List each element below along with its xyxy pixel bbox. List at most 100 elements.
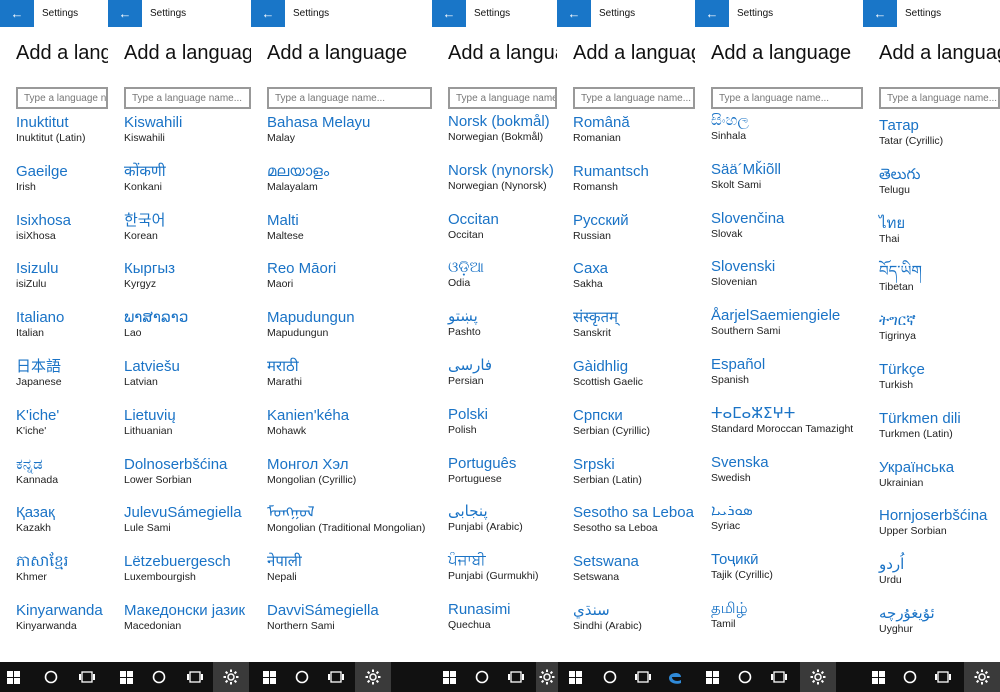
language-list-item[interactable]: 日本語 Japanese <box>16 357 62 389</box>
language-list-item[interactable]: پښتو Pashto <box>448 307 481 339</box>
language-list-item[interactable]: Bahasa Melayu Malay <box>267 113 370 145</box>
language-list-item[interactable]: Slovenčina Slovak <box>711 209 784 241</box>
language-list-item[interactable]: संस्कृतम् Sanskrit <box>573 308 618 340</box>
language-list-item[interactable]: മലയാളം Malayalam <box>267 162 329 194</box>
language-list-item[interactable]: བོད་ཡིག Tibetan <box>879 262 922 294</box>
windows-start-icon[interactable] <box>437 662 461 692</box>
language-list-item[interactable]: Reo Māori Maori <box>267 259 336 291</box>
language-list-item[interactable]: Malti Maltese <box>267 211 304 243</box>
language-list-item[interactable]: فارسی Persian <box>448 356 492 388</box>
language-list-item[interactable]: मराठी Marathi <box>267 357 302 389</box>
language-search-input[interactable]: Type a language name... <box>448 87 557 109</box>
language-list-item[interactable]: ਪੰਜਾਬੀ Punjabi (Gurmukhi) <box>448 551 538 583</box>
language-list-item[interactable]: Svenska Swedish <box>711 453 769 485</box>
language-list-item[interactable]: Mapudungun Mapudungun <box>267 308 355 340</box>
language-list-item[interactable]: DavviSámegiella Northern Sami <box>267 601 379 633</box>
language-list-item[interactable]: Татар Tatar (Cyrillic) <box>879 116 943 148</box>
language-list-item[interactable]: Lietuvių Lithuanian <box>124 406 176 438</box>
language-list-item[interactable]: සිංහල Sinhala <box>711 111 749 143</box>
language-list-item[interactable]: Polski Polish <box>448 405 488 437</box>
language-list-item[interactable]: ئۇيغۇرچە Uyghur <box>879 604 935 636</box>
cortana-circle-icon[interactable] <box>290 662 314 692</box>
language-search-input[interactable]: Type a language name... <box>124 87 251 109</box>
cortana-circle-icon[interactable] <box>598 662 622 692</box>
language-search-input[interactable]: Type a language name... <box>16 87 108 109</box>
gear-icon[interactable] <box>536 662 558 692</box>
windows-start-icon[interactable] <box>700 662 724 692</box>
language-list-item[interactable]: Тоҷикӣ Tajik (Cyrillic) <box>711 550 773 582</box>
language-list-item[interactable]: Монгол Хэл Mongolian (Cyrillic) <box>267 455 356 487</box>
back-arrow-icon[interactable]: ← <box>108 0 142 27</box>
language-list-item[interactable]: Inuktitut Inuktitut (Latin) <box>16 113 85 145</box>
task-view-icon[interactable] <box>74 662 100 692</box>
back-arrow-icon[interactable]: ← <box>0 0 34 27</box>
language-list-item[interactable]: Македонски јазик Macedonian <box>124 601 245 633</box>
cortana-circle-icon[interactable] <box>470 662 494 692</box>
language-list-item[interactable]: Српски Serbian (Cyrillic) <box>573 406 650 438</box>
language-search-input[interactable]: Type a language name... <box>879 87 1000 109</box>
windows-start-icon[interactable] <box>563 662 587 692</box>
cortana-circle-icon[interactable] <box>733 662 757 692</box>
language-list-item[interactable]: Русский Russian <box>573 211 629 243</box>
windows-start-icon[interactable] <box>0 662 26 692</box>
task-view-icon[interactable] <box>630 662 656 692</box>
back-arrow-icon[interactable]: ← <box>863 0 897 27</box>
windows-start-icon[interactable] <box>114 662 138 692</box>
language-list-item[interactable]: Português Portuguese <box>448 454 516 486</box>
gear-icon[interactable] <box>800 662 836 692</box>
language-list-item[interactable]: Кыргыз Kyrgyz <box>124 259 175 291</box>
language-list-item[interactable]: Türkmen dili Turkmen (Latin) <box>879 409 961 441</box>
language-list-item[interactable]: پنجابی Punjabi (Arabic) <box>448 502 523 534</box>
language-list-item[interactable]: Srpski Serbian (Latin) <box>573 455 642 487</box>
language-list-item[interactable]: Isizulu isiZulu <box>16 259 59 291</box>
language-list-item[interactable]: தமிழ் Tamil <box>711 599 748 631</box>
language-list-item[interactable]: ଓଡ଼ିଆ Odia <box>448 258 484 290</box>
back-arrow-icon[interactable]: ← <box>251 0 285 27</box>
language-list-item[interactable]: Саха Sakha <box>573 259 608 291</box>
language-list-item[interactable]: ᠮᠣᠩᠭᠣᠯ Mongolian (Traditional Mongolian) <box>267 503 425 535</box>
task-view-icon[interactable] <box>182 662 208 692</box>
language-list-item[interactable]: سنڌي Sindhi (Arabic) <box>573 601 642 633</box>
language-list-item[interactable]: Español Spanish <box>711 355 765 387</box>
language-list-item[interactable]: नेपाली Nepali <box>267 552 302 584</box>
language-list-item[interactable]: Dolnoserbšćina Lower Sorbian <box>124 455 227 487</box>
cortana-circle-icon[interactable] <box>38 662 64 692</box>
language-list-item[interactable]: Isixhosa isiXhosa <box>16 211 71 243</box>
language-list-item[interactable]: ÅarjelSaemiengiele Southern Sami <box>711 306 840 338</box>
cortana-circle-icon[interactable] <box>147 662 171 692</box>
cortana-circle-icon[interactable] <box>898 662 922 692</box>
windows-start-icon[interactable] <box>866 662 890 692</box>
language-list-item[interactable]: Kiswahili Kiswahili <box>124 113 182 145</box>
language-list-item[interactable]: తెలుగు Telugu <box>879 165 920 197</box>
language-list-item[interactable]: ܣܘܪܝܝܐ Syriac <box>711 501 753 533</box>
language-list-item[interactable]: Kanien'kéha Mohawk <box>267 406 349 438</box>
windows-start-icon[interactable] <box>257 662 281 692</box>
language-list-item[interactable]: ⵜⴰⵎⴰⵣⵉⵖⵜ Standard Moroccan Tamazight <box>711 404 853 436</box>
language-list-item[interactable]: कोंकणी Konkani <box>124 162 166 194</box>
language-search-input[interactable]: Type a language name... <box>573 87 695 109</box>
task-view-icon[interactable] <box>503 662 529 692</box>
back-arrow-icon[interactable]: ← <box>695 0 729 27</box>
language-list-item[interactable]: Gàidhlig Scottish Gaelic <box>573 357 643 389</box>
language-list-item[interactable]: ភាសាខ្មែរ Khmer <box>16 552 68 584</box>
language-list-item[interactable]: Hornjoserbšćina Upper Sorbian <box>879 506 987 538</box>
language-list-item[interactable]: JulevuSámegiella Lule Sami <box>124 503 242 535</box>
language-list-item[interactable]: ພາສາລາວ Lao <box>124 308 188 340</box>
language-search-input[interactable]: Type a language name... <box>267 87 432 109</box>
language-list-item[interactable]: Қазақ Kazakh <box>16 503 55 535</box>
language-list-item[interactable]: 한국어 Korean <box>124 211 165 243</box>
language-list-item[interactable]: K'iche' K'iche' <box>16 406 59 438</box>
language-list-item[interactable]: Italiano Italian <box>16 308 64 340</box>
language-list-item[interactable]: Norsk (nynorsk) Norwegian (Nynorsk) <box>448 161 554 193</box>
task-view-icon[interactable] <box>323 662 349 692</box>
language-list-item[interactable]: Kinyarwanda Kinyarwanda <box>16 601 103 633</box>
gear-icon[interactable] <box>213 662 249 692</box>
language-list-item[interactable]: Runasimi Quechua <box>448 600 511 632</box>
language-list-item[interactable]: Lëtzebuergesch Luxembourgish <box>124 552 231 584</box>
language-list-item[interactable]: Slovenski Slovenian <box>711 257 775 289</box>
language-list-item[interactable]: ትግርኛ Tigrinya <box>879 311 916 343</box>
language-list-item[interactable]: ไทย Thai <box>879 214 905 246</box>
language-list-item[interactable]: Українська Ukrainian <box>879 458 954 490</box>
language-list-item[interactable]: Sää´Mǩiõll Skolt Sami <box>711 160 781 192</box>
language-list-item[interactable]: Occitan Occitan <box>448 210 499 242</box>
